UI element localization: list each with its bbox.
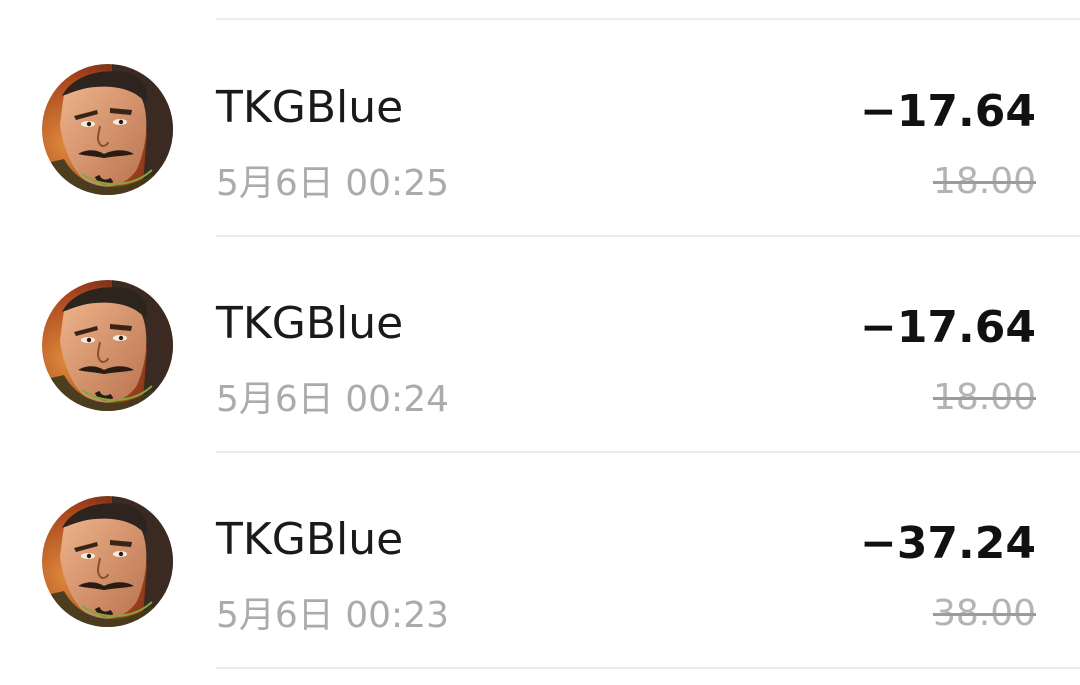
original-amount: 38.00: [932, 593, 1036, 634]
avatar-icon[interactable]: [42, 64, 173, 195]
transaction-row[interactable]: TKGBlue 5月6日 00:25 −17.64 18.00: [0, 20, 1080, 234]
transaction-list: TKGBlue 5月6日 00:25 −17.64 18.00 TKGBlue …: [0, 0, 1080, 685]
transaction-row[interactable]: TKGBlue 5月6日 00:23 −37.24 38.00: [0, 452, 1080, 666]
payer-name: TKGBlue: [216, 298, 404, 349]
avatar-icon[interactable]: [42, 496, 173, 627]
net-amount: −17.64: [859, 302, 1036, 353]
avatar-icon[interactable]: [42, 280, 173, 411]
transaction-time: 5月6日 00:23: [216, 595, 449, 636]
net-amount: −37.24: [859, 518, 1036, 569]
transaction-time: 5月6日 00:24: [216, 379, 449, 420]
payer-name: TKGBlue: [216, 514, 404, 565]
transaction-time: 5月6日 00:25: [216, 163, 449, 204]
original-amount: 18.00: [932, 161, 1036, 202]
net-amount: −17.64: [859, 86, 1036, 137]
divider: [216, 667, 1080, 669]
payer-name: TKGBlue: [216, 82, 404, 133]
transaction-row[interactable]: TKGBlue 5月6日 00:24 −17.64 18.00: [0, 236, 1080, 450]
original-amount: 18.00: [932, 377, 1036, 418]
